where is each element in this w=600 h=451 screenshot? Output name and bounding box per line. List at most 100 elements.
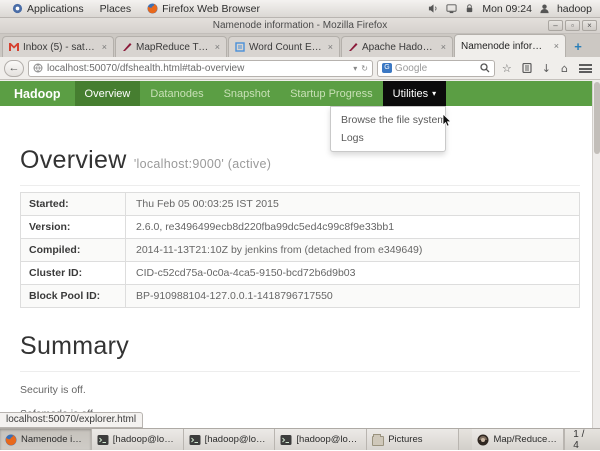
firefox-launcher[interactable]: Firefox Web Browser [141, 0, 266, 18]
row-label: Started: [21, 193, 126, 215]
user-icon [540, 4, 549, 14]
user-menu[interactable]: hadoop [557, 3, 592, 15]
maximize-button[interactable]: ▫ [565, 20, 580, 31]
row-value: Thu Feb 05 00:03:25 IST 2015 [136, 198, 279, 210]
search-bar[interactable]: G Google [376, 59, 495, 77]
firefox-icon [5, 434, 17, 445]
applications-menu[interactable]: Applications [6, 0, 90, 18]
taskbar-terminal-3[interactable]: [hadoop@localh... [275, 429, 368, 450]
terminal-icon [97, 434, 109, 445]
table-row: Compiled: 2014-11-13T21:10Z by jenkins f… [21, 239, 579, 262]
dropdown-item-logs[interactable]: Logs [331, 129, 445, 147]
row-value: 2014-11-13T21:10Z by jenkins from (detac… [136, 244, 423, 256]
row-value: CID-c52cd75a-0c0a-4ca5-9150-bcd72b6d9b03 [136, 267, 356, 279]
taskbar-pictures[interactable]: Pictures [367, 429, 459, 450]
row-value: 2.6.0, re3496499ecb8d220fba99dc5ed4c99c8… [136, 221, 395, 233]
bookmark-pen-icon [123, 43, 132, 51]
navigation-toolbar: ← localhost:50070/dfshealth.html#tab-ove… [0, 57, 600, 80]
tab-label: Namenode information [461, 40, 548, 52]
tab-label: Word Count Exam... [249, 41, 322, 53]
url-dropdown-icon[interactable]: ▾ [353, 64, 357, 73]
row-label: Compiled: [21, 239, 126, 261]
dropdown-item-browse-filesystem[interactable]: Browse the file system [331, 111, 452, 129]
close-button[interactable]: × [582, 20, 597, 31]
mouse-cursor-icon [442, 114, 452, 127]
workspace-switcher[interactable]: 1 / 4 [564, 429, 600, 451]
link-status-popup: localhost:50070/explorer.html [0, 412, 144, 428]
volume-icon[interactable] [428, 3, 439, 14]
vertical-scrollbar[interactable] [592, 81, 600, 428]
reload-icon[interactable]: ↻ [361, 64, 368, 73]
tab-inbox[interactable]: Inbox (5) - satish.... × [2, 36, 114, 57]
new-tab-button[interactable]: + [567, 37, 589, 57]
applications-menu-label: Applications [27, 2, 84, 15]
home-icon[interactable]: ⌂ [558, 62, 571, 75]
minimize-button[interactable]: – [548, 20, 563, 31]
terminal-icon [189, 434, 201, 445]
tab-close-icon[interactable]: × [100, 42, 107, 52]
overview-table: Started: Thu Feb 05 00:03:25 IST 2015 Ve… [20, 192, 580, 308]
hadoop-brand[interactable]: Hadoop [0, 81, 75, 106]
tab-label: Apache Hadoop 2.... [362, 41, 435, 53]
overview-title: Overview [20, 146, 127, 174]
bookmark-pen-icon [349, 43, 358, 51]
nav-snapshot[interactable]: Snapshot [214, 81, 280, 106]
divider [20, 185, 580, 186]
search-engine-icon[interactable]: G [381, 63, 392, 73]
places-menu[interactable]: Places [94, 0, 138, 18]
nav-datanodes[interactable]: Datanodes [140, 81, 213, 106]
url-text[interactable]: localhost:50070/dfshealth.html#tab-overv… [47, 63, 349, 74]
bookmark-star-icon[interactable]: ☆ [499, 62, 515, 75]
window-title: Namenode information - Mozilla Firefox [212, 20, 388, 31]
tab-label: MapReduce Tutorial [136, 41, 209, 53]
downloads-icon[interactable]: ↓ [539, 62, 554, 75]
page-viewport: Hadoop Overview Datanodes Snapshot Start… [0, 81, 600, 428]
document-icon [235, 42, 245, 52]
tab-namenode-information[interactable]: Namenode information × [454, 34, 566, 57]
search-placeholder[interactable]: Google [395, 63, 477, 74]
taskbar-firefox[interactable]: Namenode infor... [0, 429, 92, 450]
taskbar-label: [hadoop@localh... [204, 434, 270, 445]
table-row: Cluster ID: CID-c52cd75a-0c0a-4ca5-9150-… [21, 262, 579, 285]
terminal-icon [280, 434, 292, 445]
tab-mapreduce-tutorial[interactable]: MapReduce Tutorial × [115, 36, 227, 57]
nav-startup-progress[interactable]: Startup Progress [280, 81, 383, 106]
distro-logo-icon [12, 3, 23, 14]
tab-label: Inbox (5) - satish.... [23, 41, 96, 53]
nav-utilities-label: Utilities [392, 87, 429, 100]
hadoop-navbar: Hadoop Overview Datanodes Snapshot Start… [0, 81, 600, 106]
taskbar-label: [hadoop@localh... [296, 434, 361, 445]
back-button[interactable]: ← [4, 59, 24, 77]
tab-close-icon[interactable]: × [326, 42, 333, 52]
clock[interactable]: Mon 09:24 [482, 3, 532, 15]
tab-word-count[interactable]: Word Count Exam... × [228, 36, 340, 57]
tab-apache-hadoop[interactable]: Apache Hadoop 2.... × [341, 36, 453, 57]
gnome-top-panel: Applications Places Firefox Web Browser … [0, 0, 600, 18]
tab-close-icon[interactable]: × [552, 41, 559, 51]
table-row: Started: Thu Feb 05 00:03:25 IST 2015 [21, 193, 579, 216]
url-bar[interactable]: localhost:50070/dfshealth.html#tab-overv… [28, 59, 373, 77]
tab-close-icon[interactable]: × [213, 42, 220, 52]
window-list-taskbar: Namenode infor... [hadoop@localh... [had… [0, 428, 600, 451]
tab-close-icon[interactable]: × [439, 42, 446, 52]
taskbar-eclipse[interactable]: Map/Reduce - E... [472, 429, 565, 450]
utilities-dropdown: Browse the file system Logs [330, 106, 452, 152]
display-icon[interactable] [446, 3, 457, 14]
taskbar-label: Namenode infor... [21, 434, 86, 445]
gmail-icon [9, 43, 19, 51]
scrollbar-thumb[interactable] [594, 82, 600, 154]
taskbar-label: Pictures [388, 434, 423, 445]
nav-utilities[interactable]: Utilities ▾ [382, 81, 447, 106]
magnifier-icon[interactable] [480, 63, 490, 73]
row-label: Cluster ID: [21, 262, 126, 284]
page-content: Overview 'localhost:9000' (active) Start… [0, 146, 600, 428]
bookmarks-menu-icon[interactable] [522, 63, 532, 73]
taskbar-terminal-2[interactable]: [hadoop@localh... [183, 429, 276, 450]
window-titlebar[interactable]: Namenode information - Mozilla Firefox –… [0, 18, 600, 34]
dropdown-item-label: Browse the file system [341, 114, 447, 126]
menu-icon[interactable] [579, 63, 592, 73]
lock-icon[interactable] [464, 3, 475, 14]
taskbar-terminal-1[interactable]: [hadoop@localh... [91, 429, 184, 450]
dropdown-item-label: Logs [341, 132, 364, 144]
nav-overview[interactable]: Overview [74, 81, 141, 106]
